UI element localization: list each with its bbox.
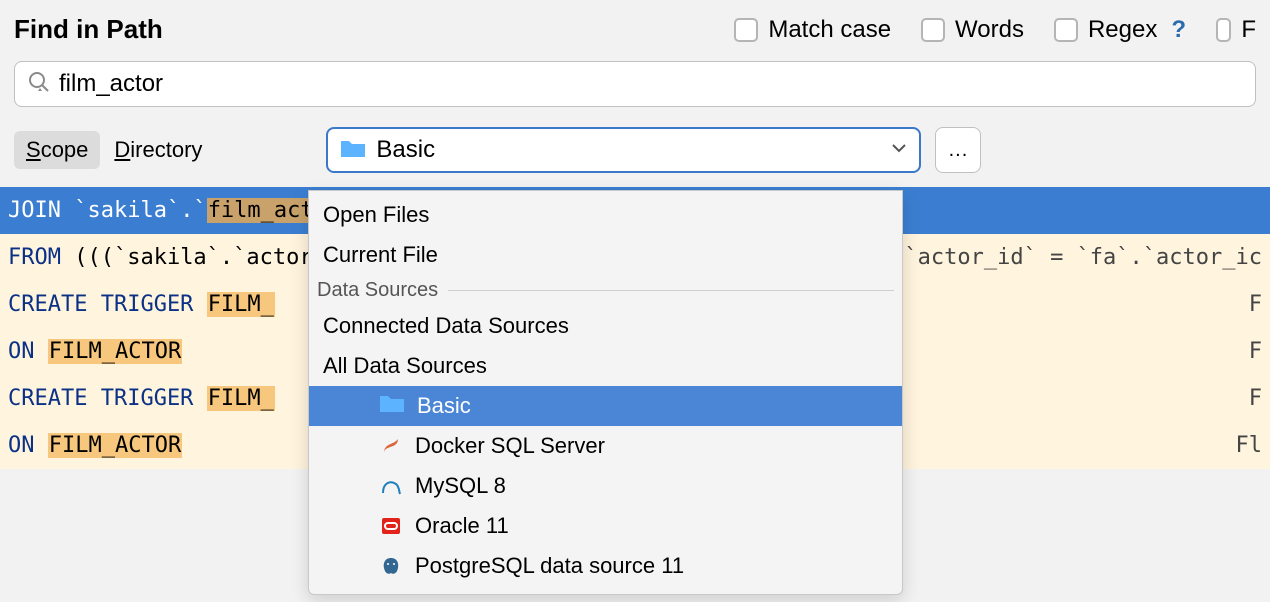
result-trail: a`.`actor_id` = `fa`.`actor_ic xyxy=(845,245,1262,270)
match-highlight: FILM_ACTOR xyxy=(48,339,182,364)
keyword: JOIN xyxy=(8,198,61,223)
scope-dropdown-label: Basic xyxy=(376,136,881,164)
match-highlight: FILM_ xyxy=(207,386,275,411)
popup-item-label: Docker SQL Server xyxy=(415,433,605,459)
popup-item-label: Current File xyxy=(323,242,438,268)
keyword: FROM xyxy=(8,245,61,270)
folder-icon xyxy=(340,138,366,163)
match-highlight: FILM_ACTOR xyxy=(48,433,182,458)
checkbox-icon[interactable] xyxy=(1216,18,1231,42)
keyword: CREATE TRIGGER xyxy=(8,386,193,411)
result-trail: F xyxy=(1229,292,1262,317)
popup-section-label: Data Sources xyxy=(317,279,438,302)
sqlserver-icon xyxy=(379,434,403,458)
popup-item-label: PostgreSQL data source 11 xyxy=(415,553,684,579)
result-trail: Fl xyxy=(1216,433,1263,458)
search-input[interactable] xyxy=(59,70,1243,98)
keyword: ON xyxy=(8,339,35,364)
search-box[interactable] xyxy=(14,61,1256,107)
checkbox-icon[interactable] xyxy=(734,18,758,42)
mysql-icon xyxy=(379,474,403,498)
keyword: ON xyxy=(8,433,35,458)
popup-item-basic[interactable]: Basic xyxy=(309,386,902,426)
result-trail: F xyxy=(1229,339,1262,364)
extra-option[interactable]: F xyxy=(1216,16,1256,44)
dialog-title: Find in Path xyxy=(14,14,163,45)
popup-item-label: Basic xyxy=(417,393,471,419)
checkbox-icon[interactable] xyxy=(1054,18,1078,42)
search-icon xyxy=(27,70,51,99)
help-icon[interactable]: ? xyxy=(1171,16,1186,44)
scope-row: Scope Directory Basic ... xyxy=(0,107,1270,187)
popup-item-open-files[interactable]: Open Files xyxy=(309,195,902,235)
scope-tab[interactable]: Scope xyxy=(14,131,100,169)
oracle-icon xyxy=(379,514,403,538)
match-case-option[interactable]: Match case xyxy=(734,16,891,44)
popup-item-docker-sql[interactable]: Docker SQL Server xyxy=(309,426,902,466)
chevron-down-icon xyxy=(891,140,907,161)
folder-icon xyxy=(379,393,405,419)
popup-item-all-ds[interactable]: All Data Sources xyxy=(309,346,902,386)
popup-item-label: MySQL 8 xyxy=(415,473,506,499)
search-row xyxy=(0,55,1270,107)
scope-dropdown[interactable]: Basic xyxy=(326,127,921,173)
popup-item-connected-ds[interactable]: Connected Data Sources xyxy=(309,306,902,346)
extra-label: F xyxy=(1241,16,1256,44)
popup-item-label: Connected Data Sources xyxy=(323,313,569,339)
scope-label-rest: cope xyxy=(41,137,89,162)
popup-item-label: Oracle 11 xyxy=(415,513,509,539)
popup-item-label: Open Files xyxy=(323,202,429,228)
more-button[interactable]: ... xyxy=(935,127,981,173)
popup-section-data-sources: Data Sources xyxy=(309,275,902,306)
words-label: Words xyxy=(955,16,1024,44)
result-trail: F xyxy=(1229,386,1262,411)
directory-label-rest: irectory xyxy=(130,137,202,162)
directory-tab[interactable]: Directory xyxy=(114,137,202,163)
popup-item-mysql[interactable]: MySQL 8 xyxy=(309,466,902,506)
popup-item-oracle[interactable]: Oracle 11 xyxy=(309,506,902,546)
keyword: CREATE TRIGGER xyxy=(8,292,193,317)
popup-item-current-file[interactable]: Current File xyxy=(309,235,902,275)
more-label: ... xyxy=(949,139,969,162)
match-case-label: Match case xyxy=(768,16,891,44)
scope-dropdown-popup: Open Files Current File Data Sources Con… xyxy=(308,190,903,595)
match-highlight: FILM_ xyxy=(207,292,275,317)
popup-item-postgres[interactable]: PostgreSQL data source 11 xyxy=(309,546,902,586)
postgresql-icon xyxy=(379,554,403,578)
popup-item-label: All Data Sources xyxy=(323,353,487,379)
regex-option[interactable]: Regex ? xyxy=(1054,16,1186,44)
words-option[interactable]: Words xyxy=(921,16,1024,44)
dialog-header: Find in Path Match case Words Regex ? F xyxy=(0,0,1270,55)
checkbox-icon[interactable] xyxy=(921,18,945,42)
regex-label: Regex xyxy=(1088,16,1157,44)
